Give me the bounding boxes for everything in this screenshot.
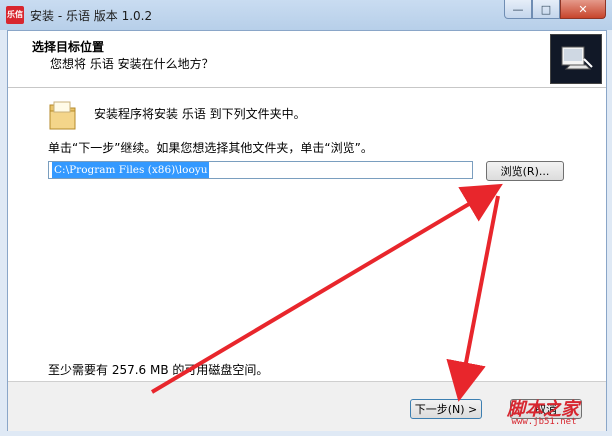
annotation-overlay	[150, 183, 503, 402]
arrow-to-browse	[150, 183, 503, 394]
arrow-to-next	[446, 195, 500, 402]
site-watermark-url: www.jb51.net	[511, 417, 577, 427]
